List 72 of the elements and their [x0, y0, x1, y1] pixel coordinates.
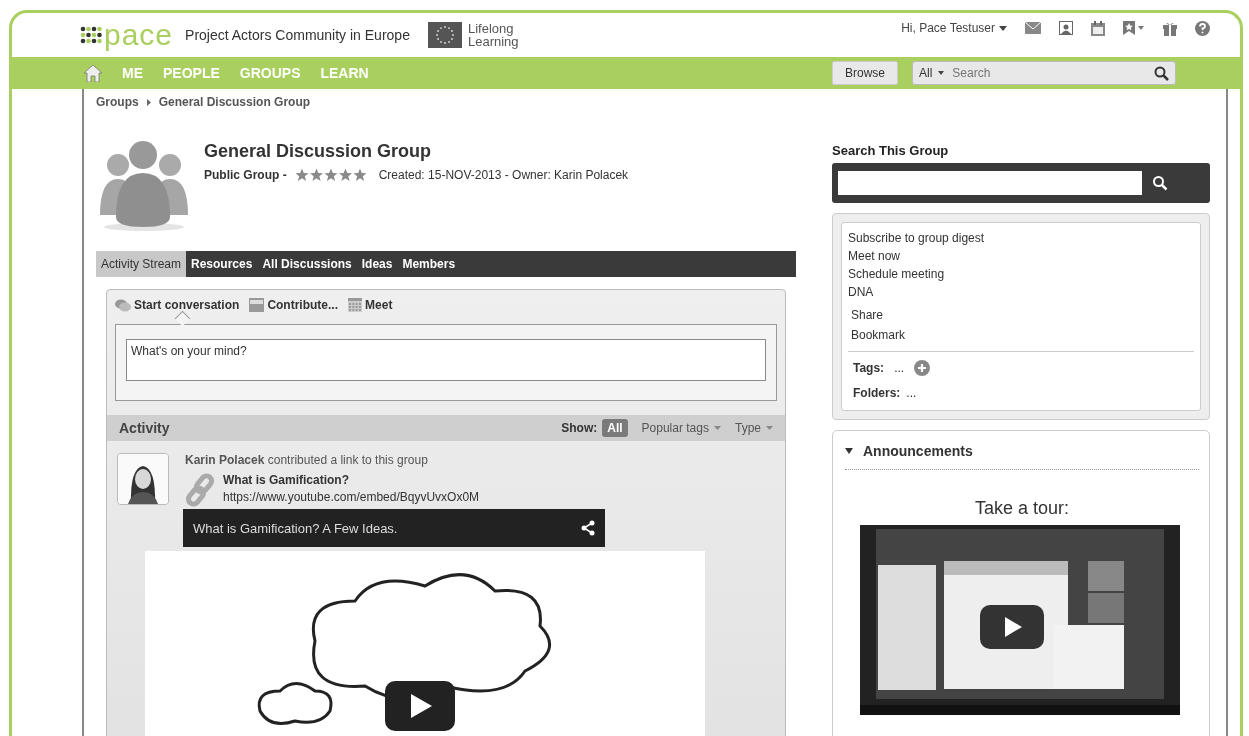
folders-label: Folders: — [853, 386, 901, 400]
tab[interactable]: Activity Stream — [96, 251, 186, 277]
caret-icon[interactable] — [999, 25, 1007, 31]
user-menu[interactable]: Hi, Pace Testuser — [901, 21, 1007, 35]
tour-heading: Take a tour: — [973, 498, 1071, 519]
document-icon — [249, 298, 265, 312]
tab[interactable]: Ideas — [356, 251, 398, 277]
composer-tab[interactable]: Contribute... — [249, 298, 339, 312]
group-action-link[interactable]: Subscribe to group digest — [848, 229, 985, 247]
search-field[interactable]: Search — [950, 65, 1154, 81]
filter-dropdown[interactable]: Popular tags — [641, 421, 721, 435]
program-logo-text: Lifelong Learning — [467, 22, 519, 48]
avatar-icon — [117, 453, 169, 505]
filter-dropdown[interactable]: Type — [735, 421, 773, 435]
group-action-link[interactable]: Bookmark — [851, 325, 906, 345]
group-search-field[interactable] — [838, 171, 1142, 195]
search-box[interactable]: All Search — [912, 61, 1176, 85]
search-group-heading: Search This Group — [832, 143, 950, 158]
chevron-icon — [146, 98, 151, 106]
gift-icon[interactable] — [1163, 20, 1177, 36]
browse-button[interactable]: Browse — [832, 61, 898, 85]
star-icon — [295, 168, 309, 181]
group-type: Public Group - — [204, 168, 287, 182]
caret-icon — [714, 426, 721, 430]
tab[interactable]: Resources — [186, 251, 258, 277]
filter-chip[interactable]: All — [602, 419, 628, 437]
mail-icon[interactable] — [1025, 22, 1041, 34]
chat-icon — [115, 298, 131, 312]
profile-card-icon[interactable] — [1059, 21, 1073, 35]
star-icon — [324, 168, 338, 181]
share-icon[interactable] — [581, 520, 595, 536]
scope-dropdown[interactable]: All — [919, 66, 945, 80]
calendar-icon[interactable] — [1091, 20, 1105, 36]
search-icon[interactable] — [1154, 65, 1169, 81]
calendar-icon — [348, 298, 363, 312]
group-action-link[interactable]: Meet now — [848, 247, 901, 265]
help-icon[interactable] — [1195, 20, 1210, 36]
site-tagline: Project Actors Community in Europe — [185, 27, 410, 43]
bookmark-star-icon[interactable] — [1123, 21, 1145, 35]
composer-tab[interactable]: Meet — [348, 298, 393, 312]
folders-value: ... — [906, 386, 917, 400]
caret-icon — [766, 426, 773, 430]
tab[interactable]: All Discussions — [257, 251, 357, 277]
group-action-link[interactable]: Share — [851, 305, 884, 325]
caret-icon[interactable] — [938, 71, 945, 75]
dots-logo-icon — [80, 26, 102, 44]
breadcrumb-link[interactable]: Groups — [96, 95, 139, 109]
activity-heading: Activity — [119, 420, 170, 436]
star-icon — [338, 168, 352, 181]
flag-icon — [427, 22, 462, 48]
group-action-link[interactable]: Schedule meeting — [848, 265, 945, 283]
search-icon[interactable] — [1152, 175, 1168, 191]
group-action-link[interactable]: DNA — [848, 283, 874, 301]
link-icon — [185, 473, 217, 507]
link-url[interactable]: https://www.youtube.com/embed/BqyvUvxOx0M — [223, 490, 480, 504]
tags-label: Tags: — [853, 361, 885, 375]
show-label: Show: — [561, 421, 598, 435]
caret-icon[interactable] — [845, 448, 853, 454]
star-icon — [309, 168, 323, 181]
tags-value: ... — [894, 361, 905, 375]
breadcrumb-current: General Discussion Group — [158, 95, 311, 109]
video-title[interactable]: What is Gamification? A Few Ideas. — [193, 520, 398, 536]
link-title[interactable]: What is Gamification? — [223, 473, 480, 487]
add-icon[interactable] — [914, 360, 931, 376]
tab[interactable]: Members — [397, 251, 461, 277]
group-title: General Discussion Group — [204, 141, 433, 162]
announcements-heading[interactable]: Announcements — [863, 443, 973, 459]
activity-text: Karin Polacek contributed a link to this group — [185, 453, 429, 467]
home-icon[interactable] — [84, 64, 102, 82]
star-icon — [353, 168, 367, 181]
post-field[interactable]: What's on your mind? — [126, 339, 766, 381]
group-meta: Created: 15-NOV-2013 - Owner: Karin Polacek — [378, 168, 629, 182]
